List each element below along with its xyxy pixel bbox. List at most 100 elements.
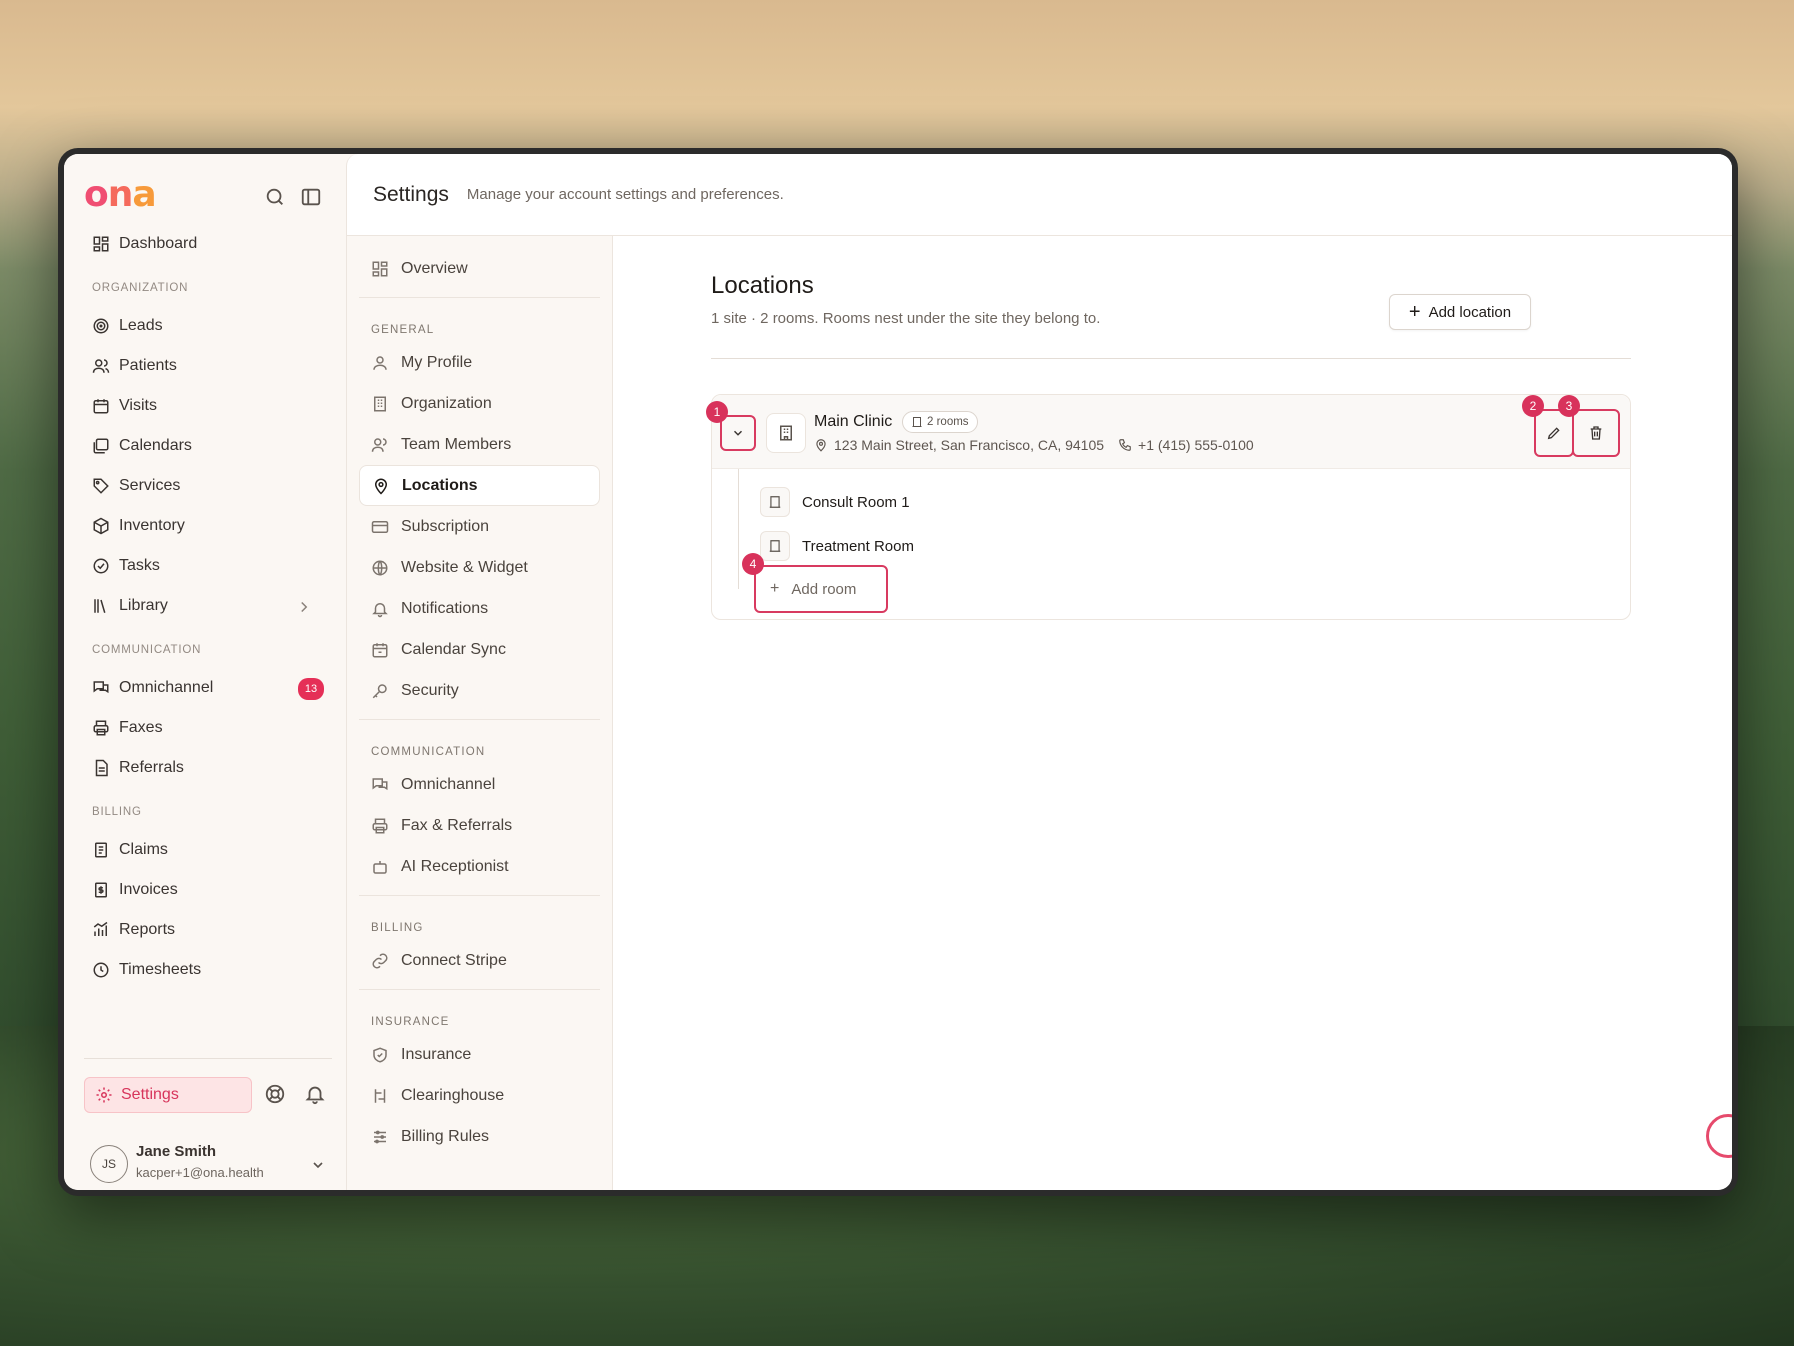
annotation-marker: 1 (706, 401, 728, 423)
expand-toggle-button[interactable] (720, 415, 756, 451)
printer-icon (93, 720, 109, 736)
bell-icon (372, 602, 388, 617)
sidebar-item-services[interactable]: Services (84, 466, 332, 506)
door-icon (760, 531, 790, 561)
map-pin-icon (816, 439, 826, 452)
subnav-clearinghouse[interactable]: Clearinghouse (359, 1075, 600, 1116)
check-circle-icon (93, 558, 109, 574)
subnav-ai-receptionist[interactable]: AI Receptionist (359, 846, 600, 887)
subnav-label: Website & Widget (401, 558, 528, 576)
sidebar-item-label: Timesheets (119, 961, 202, 978)
sidebar-item-library[interactable]: Library (84, 586, 332, 626)
main-sidebar: ona Dashboard ORGANIZATION Leads Patient… (64, 154, 346, 1190)
room-name: Consult Room 1 (802, 493, 910, 511)
user-name: Jane Smith (136, 1143, 217, 1160)
subnav-notifications[interactable]: Notifications (359, 588, 600, 629)
room-item[interactable]: Consult Room 1 (760, 487, 910, 517)
subnav-label: AI Receptionist (401, 857, 509, 875)
subnav-label: Clearinghouse (401, 1086, 505, 1104)
globe-icon (372, 560, 388, 575)
sidebar-item-tasks[interactable]: Tasks (84, 546, 332, 586)
subnav-calendar-sync[interactable]: Calendar Sync (359, 629, 600, 670)
sidebar-item-referrals[interactable]: Referrals (84, 748, 332, 788)
sidebar-item-omnichannel[interactable]: Omnichannel 13 (84, 668, 332, 708)
link-icon (372, 953, 388, 968)
sidebar-item-calendars[interactable]: Calendars (84, 426, 332, 466)
subnav-subscription[interactable]: Subscription (359, 506, 600, 547)
tag-icon (93, 478, 109, 494)
unread-badge: 13 (298, 678, 324, 700)
sidebar-item-label: Services (119, 477, 181, 494)
section-communication: COMMUNICATION (92, 644, 202, 656)
divider (359, 719, 600, 720)
chat-icon (93, 681, 109, 694)
sidebar-item-reports[interactable]: Reports (84, 910, 332, 950)
sidebar-item-dashboard[interactable]: Dashboard (84, 224, 332, 264)
ona-logo[interactable]: ona (84, 174, 157, 215)
location-card: Main Clinic 2 rooms 123 Main Street, San… (706, 394, 1631, 620)
room-item[interactable]: Treatment Room (760, 531, 914, 561)
printer-icon (372, 818, 388, 833)
subnav-my-profile[interactable]: My Profile (359, 342, 600, 383)
sidebar-item-claims[interactable]: Claims (84, 830, 332, 870)
locations-title: Locations (711, 272, 814, 299)
subnav-label: Insurance (401, 1045, 472, 1063)
document-icon (95, 759, 108, 777)
subnav-fax-referrals[interactable]: Fax & Referrals (359, 805, 600, 846)
subnav-overview[interactable]: Overview (359, 248, 600, 289)
settings-button[interactable]: Settings (84, 1077, 252, 1113)
user-menu[interactable]: JS Jane Smith kacper+1@ona.health (90, 1139, 332, 1189)
sidebar-item-label: Patients (119, 357, 177, 374)
add-room-button[interactable]: + Add room (754, 565, 888, 613)
subnav-section-billing: BILLING (371, 922, 424, 934)
subnav-organization[interactable]: Organization (359, 383, 600, 424)
bell-icon[interactable] (304, 1083, 326, 1105)
sidebar-item-label: Leads (119, 317, 163, 334)
subnav-insurance[interactable]: Insurance (359, 1034, 600, 1075)
bot-icon (373, 860, 387, 874)
sidebar-item-leads[interactable]: Leads (84, 306, 332, 346)
add-room-label: Add room (791, 580, 857, 598)
sidebar-item-invoices[interactable]: Invoices (84, 870, 332, 910)
sidebar-toggle-icon[interactable] (300, 186, 322, 208)
sidebar-item-label: Tasks (119, 557, 160, 574)
sidebar-item-visits[interactable]: Visits (84, 386, 332, 426)
user-icon (373, 355, 387, 370)
subnav-billing-rules[interactable]: Billing Rules (359, 1116, 600, 1157)
sidebar-nav: Dashboard ORGANIZATION Leads Patients Vi… (84, 224, 332, 990)
subnav-connect-stripe[interactable]: Connect Stripe (359, 940, 600, 981)
dashboard-icon (93, 236, 109, 252)
search-icon[interactable] (264, 186, 286, 208)
location-phone: +1 (415) 555-0100 (1118, 437, 1254, 453)
sidebar-item-label: Invoices (119, 881, 178, 898)
subnav-website-widget[interactable]: Website & Widget (359, 547, 600, 588)
locations-content: Locations 1 site · 2 rooms. Rooms nest u… (613, 236, 1732, 1190)
section-billing: BILLING (92, 806, 142, 818)
door-icon (912, 417, 922, 427)
add-location-button[interactable]: + Add location (1389, 294, 1531, 330)
subnav-label: Team Members (401, 435, 512, 453)
subnav-locations[interactable]: Locations (359, 465, 600, 506)
tree-connector (738, 469, 739, 589)
subnav-security[interactable]: Security (359, 670, 600, 711)
help-lifebuoy-icon[interactable] (264, 1083, 286, 1105)
map-pin-icon (374, 478, 388, 495)
chevron-right-icon (301, 601, 308, 613)
sidebar-item-patients[interactable]: Patients (84, 346, 332, 386)
location-name: Main Clinic (814, 413, 893, 430)
shield-check-icon (373, 1046, 387, 1063)
subnav-team-members[interactable]: Team Members (359, 424, 600, 465)
sidebar-item-inventory[interactable]: Inventory (84, 506, 332, 546)
delete-location-button[interactable] (1572, 409, 1620, 457)
annotation-marker: 2 (1522, 395, 1544, 417)
app-window: ona Dashboard ORGANIZATION Leads Patient… (58, 148, 1738, 1196)
sidebar-item-label: Claims (119, 841, 168, 858)
sidebar-item-faxes[interactable]: Faxes (84, 708, 332, 748)
door-icon (760, 487, 790, 517)
plus-icon: + (770, 580, 780, 597)
subnav-omnichannel[interactable]: Omnichannel (359, 764, 600, 805)
divider (359, 895, 600, 896)
key-icon (372, 683, 387, 698)
sidebar-item-timesheets[interactable]: Timesheets (84, 950, 332, 990)
clearinghouse-icon (374, 1088, 386, 1103)
